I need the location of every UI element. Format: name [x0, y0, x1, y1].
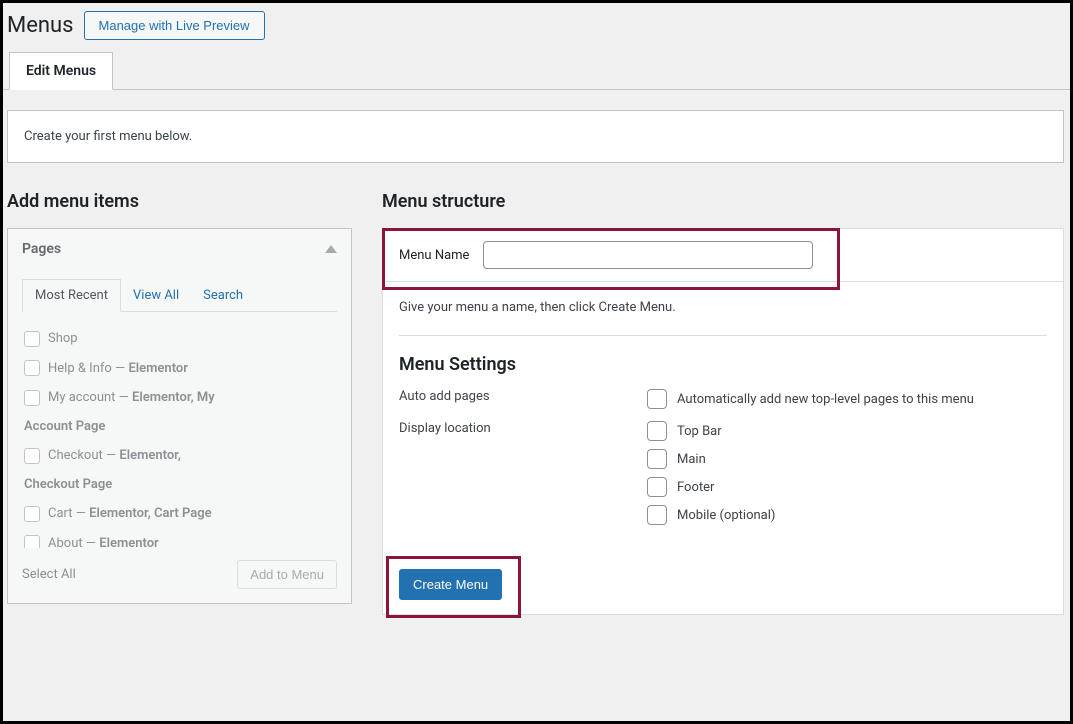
manage-live-preview-button[interactable]: Manage with Live Preview — [84, 11, 265, 40]
page-item-checkbox[interactable] — [24, 331, 40, 347]
page-item-checkbox[interactable] — [24, 506, 40, 522]
location-label: Footer — [677, 480, 714, 495]
tabs-row: Edit Menus — [3, 52, 1070, 90]
auto-add-pages-label: Auto add pages — [399, 389, 647, 409]
page-item-continuation: Account Page — [24, 413, 333, 442]
inner-tab-view-all[interactable]: View All — [121, 280, 191, 311]
page-item[interactable]: Help & Info — Elementor — [24, 354, 333, 384]
select-all-link[interactable]: Select All — [22, 567, 76, 582]
menu-name-label: Menu Name — [399, 248, 469, 263]
menu-name-input[interactable] — [483, 241, 813, 269]
page-item-checkbox[interactable] — [24, 360, 40, 376]
page-item-checkbox[interactable] — [24, 390, 40, 406]
location-checkbox[interactable] — [647, 449, 667, 469]
page-item-continuation: Checkout Page — [24, 471, 333, 500]
pages-accordion: Pages Most Recent View All Search Shop He… — [7, 228, 352, 604]
divider — [399, 335, 1047, 336]
inner-tab-most-recent[interactable]: Most Recent — [22, 279, 121, 312]
page-item[interactable]: About — Elementor — [24, 529, 333, 549]
add-to-menu-button[interactable]: Add to Menu — [237, 560, 337, 589]
collapse-icon — [325, 245, 337, 253]
helper-text: Give your menu a name, then click Create… — [399, 300, 1047, 315]
location-label: Top Bar — [677, 424, 722, 439]
page-item-label: Cart — Elementor, Cart Page — [48, 504, 212, 524]
tab-edit-menus[interactable]: Edit Menus — [9, 52, 113, 90]
page-item-checkbox[interactable] — [24, 448, 40, 464]
display-location-label: Display location — [399, 421, 647, 525]
page-item[interactable]: Shop — [24, 324, 333, 354]
page-item[interactable]: Checkout — Elementor, — [24, 441, 333, 471]
notice-box: Create your first menu below. — [7, 110, 1064, 163]
page-item-label: About — Elementor — [48, 534, 159, 549]
page-item-label: Shop — [48, 329, 78, 349]
location-checkbox[interactable] — [647, 421, 667, 441]
page-item-label: My account — Elementor, My — [48, 388, 215, 408]
auto-add-checkbox[interactable] — [647, 389, 667, 409]
auto-add-option-label: Automatically add new top-level pages to… — [677, 392, 974, 407]
location-label: Main — [677, 452, 706, 467]
create-menu-button[interactable]: Create Menu — [399, 569, 502, 600]
add-menu-items-heading: Add menu items — [7, 191, 352, 212]
page-item-label: Help & Info — Elementor — [48, 359, 188, 379]
location-label: Mobile (optional) — [677, 508, 775, 523]
page-item-label: Checkout — Elementor, — [48, 446, 181, 466]
menu-structure-heading: Menu structure — [382, 191, 1064, 212]
pages-list[interactable]: Shop Help & Info — Elementor My account — … — [22, 318, 337, 548]
pages-accordion-title: Pages — [22, 241, 61, 257]
location-checkbox[interactable] — [647, 505, 667, 525]
menu-settings-heading: Menu Settings — [399, 354, 1047, 375]
pages-accordion-header[interactable]: Pages — [8, 229, 351, 269]
page-item[interactable]: Cart — Elementor, Cart Page — [24, 499, 333, 529]
location-checkbox[interactable] — [647, 477, 667, 497]
page-title: Menus — [7, 13, 74, 38]
page-item-checkbox[interactable] — [24, 535, 40, 548]
page-item[interactable]: My account — Elementor, My — [24, 383, 333, 413]
inner-tab-search[interactable]: Search — [191, 280, 255, 311]
